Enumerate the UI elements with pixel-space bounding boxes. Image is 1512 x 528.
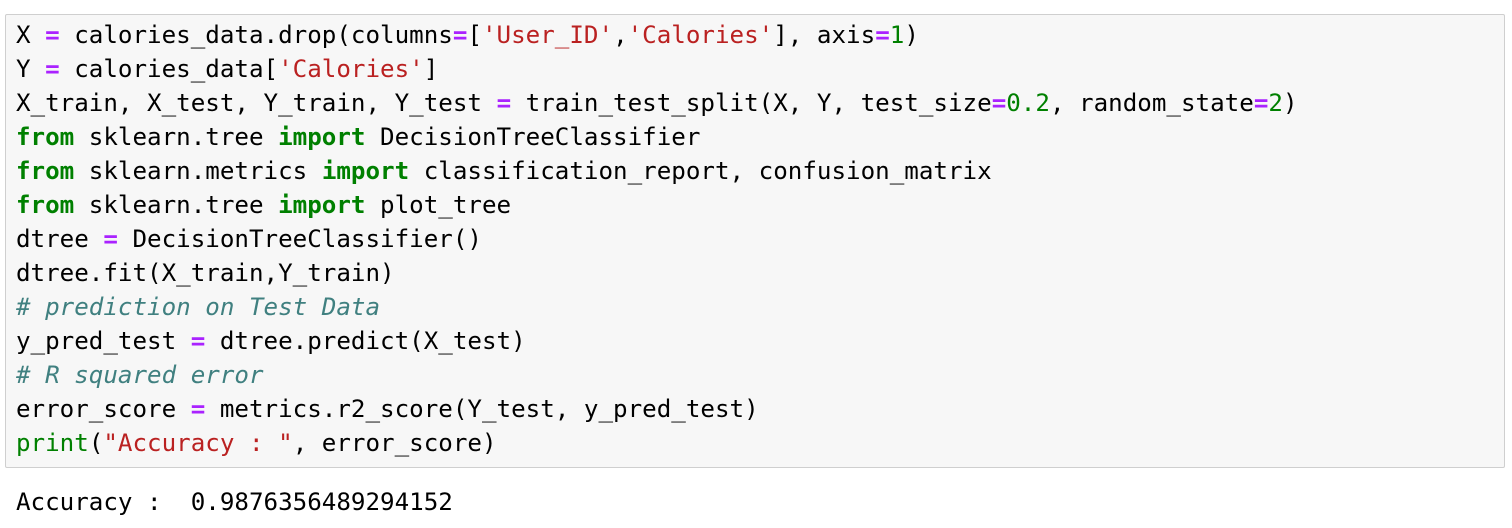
code-token: classification_report, confusion_matrix (409, 157, 992, 185)
code-token: dtree.fit(X_train,Y_train) (16, 259, 395, 287)
code-token: X_train, X_test, Y_train, Y_test (16, 89, 497, 117)
code-token: import (278, 191, 366, 219)
code-token: X (16, 21, 46, 49)
code-token: 0.2 (1006, 89, 1050, 117)
code-token: error_score (16, 395, 191, 423)
code-token: sklearn.tree (74, 191, 279, 219)
code-token: ] (423, 55, 439, 83)
code-token: train_test_split(X, Y, test_size (511, 89, 992, 117)
code-token: # prediction on Test Data (16, 293, 381, 321)
code-token: , (613, 21, 628, 49)
code-token: DecisionTreeClassifier() (117, 225, 482, 253)
code-token: ], axis (773, 21, 876, 49)
code-token: calories_data.drop(columns (59, 21, 453, 49)
code-token: dtree (16, 225, 104, 253)
cell-output: Accuracy : 0.9876356489294152 (16, 488, 453, 516)
code-token: 1 (889, 21, 905, 49)
code-line: y_pred_test = dtree.predict(X_test) (16, 324, 1298, 358)
code-token: 'Calories' (627, 21, 774, 49)
code-line: dtree.fit(X_train,Y_train) (16, 256, 1298, 290)
code-line: Y = calories_data['Calories'] (16, 52, 1298, 86)
code-token: sklearn.tree (74, 123, 279, 151)
code-token: [ (467, 21, 482, 49)
code-token: 'Calories' (278, 55, 424, 83)
code-editor[interactable]: X = calories_data.drop(columns=['User_ID… (16, 18, 1298, 460)
code-line: X_train, X_test, Y_train, Y_test = train… (16, 86, 1298, 120)
code-token: 'User_ID' (482, 21, 614, 49)
code-token: = (1253, 89, 1269, 117)
code-token: = (190, 327, 206, 355)
code-token: = (45, 21, 60, 49)
code-line: from sklearn.tree import plot_tree (16, 188, 1298, 222)
code-token: sklearn.metrics (74, 157, 322, 185)
code-token: metrics.r2_score(Y_test, y_pred_test) (205, 395, 759, 423)
code-cell-input[interactable]: X = calories_data.drop(columns=['User_ID… (5, 14, 1505, 468)
code-token: , error_score) (292, 429, 497, 457)
code-token: calories_data[ (59, 55, 279, 83)
code-token: ) (1282, 89, 1298, 117)
code-token: , random_state (1049, 89, 1254, 117)
code-token: import (321, 157, 410, 185)
code-token: "Accuracy : " (103, 429, 293, 457)
code-token: ( (88, 429, 104, 457)
code-token: from (16, 157, 75, 185)
code-token: # R squared error (16, 361, 264, 389)
code-line: # prediction on Test Data (16, 290, 1298, 324)
code-token: = (875, 21, 890, 49)
code-token: = (496, 89, 512, 117)
code-token: ) (904, 21, 919, 49)
code-token: Y (16, 55, 46, 83)
code-token: y_pred_test (16, 327, 191, 355)
code-token: 2 (1268, 89, 1283, 117)
code-token: = (991, 89, 1007, 117)
code-line: from sklearn.tree import DecisionTreeCla… (16, 120, 1298, 154)
code-token: from (16, 191, 75, 219)
code-token: print (16, 429, 89, 457)
code-token: = (190, 395, 206, 423)
code-token: dtree.predict(X_test) (205, 327, 526, 355)
code-line: # R squared error (16, 358, 1298, 392)
code-line: print("Accuracy : ", error_score) (16, 426, 1298, 460)
code-token: = (452, 21, 468, 49)
code-token: from (16, 123, 75, 151)
code-token: = (103, 225, 118, 253)
code-line: X = calories_data.drop(columns=['User_ID… (16, 18, 1298, 52)
code-token: = (45, 55, 60, 83)
code-token: import (278, 123, 366, 151)
code-line: dtree = DecisionTreeClassifier() (16, 222, 1298, 256)
code-line: error_score = metrics.r2_score(Y_test, y… (16, 392, 1298, 426)
code-line: from sklearn.metrics import classificati… (16, 154, 1298, 188)
code-token: DecisionTreeClassifier (365, 123, 701, 151)
code-token: plot_tree (365, 191, 512, 219)
